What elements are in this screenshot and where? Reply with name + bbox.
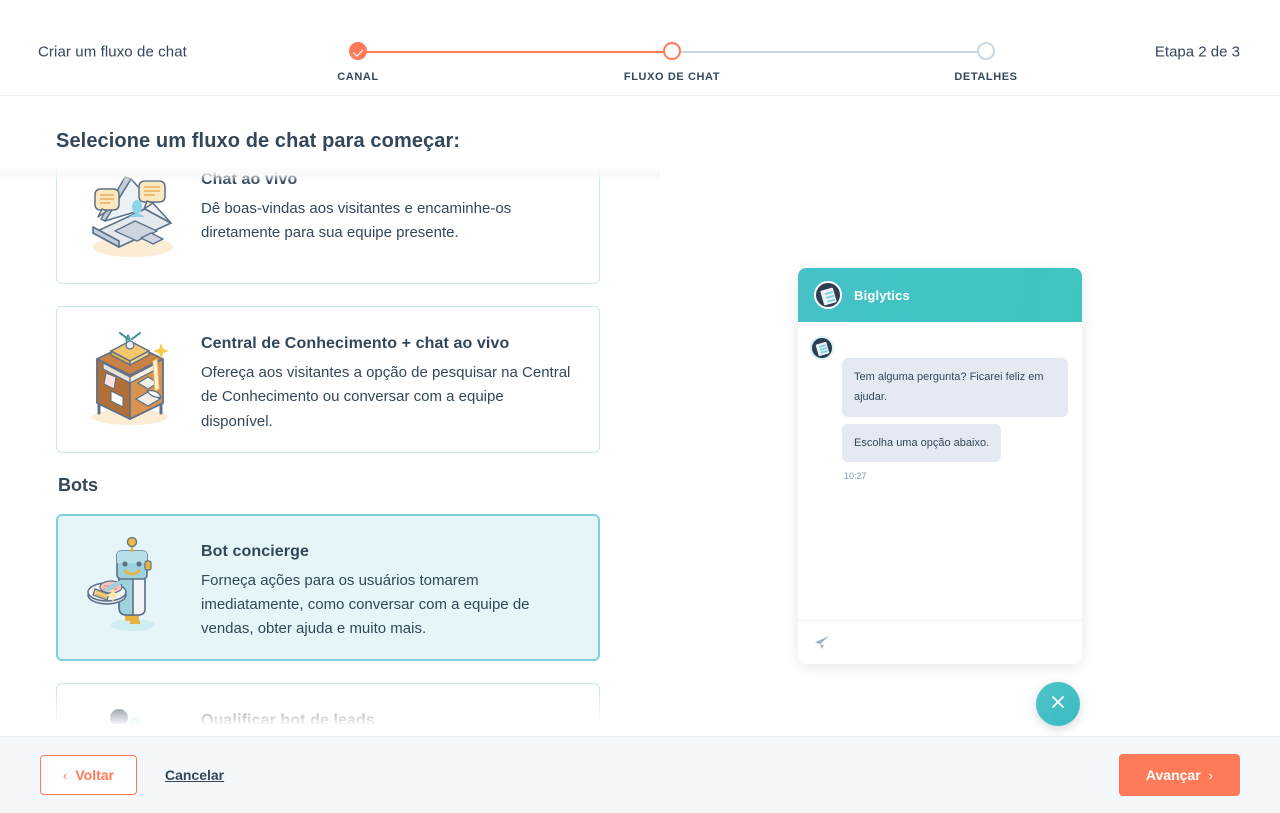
next-button-label: Avançar — [1145, 767, 1201, 783]
filing-cabinet-icon — [75, 325, 185, 429]
biglytics-avatar-icon — [814, 281, 842, 309]
chat-preview-footer — [798, 620, 1082, 664]
progress-stepper: CANAL FLUXO DE CHAT DETALHES — [337, 38, 1017, 88]
card-title: Qualificar bot de leads — [201, 711, 375, 724]
chat-preview-header: Biglytics — [798, 268, 1082, 322]
chatflow-card-knowledge-base[interactable]: Central de Conhecimento + chat ao vivo O… — [56, 306, 600, 453]
card-title: Bot concierge — [201, 542, 309, 560]
concierge-robot-icon — [75, 533, 185, 637]
step-canal[interactable]: CANAL — [298, 38, 418, 83]
next-button[interactable]: Avançar › — [1118, 754, 1240, 796]
wizard-header: Criar um fluxo de chat CANAL FLUXO DE CH… — [0, 0, 1280, 96]
step-label-fluxo-de-chat: FLUXO DE CHAT — [623, 71, 721, 83]
chatflow-card-live-chat[interactable]: Chat ao vivo Dê boas-vindas aos visitant… — [56, 164, 600, 284]
chat-preview-widget: Biglytics Tem alguma pergunta? Ficarei f… — [798, 268, 1082, 664]
chat-message-bubble: Escolha uma opção abaixo. — [842, 423, 1002, 463]
cancel-button[interactable]: Cancelar — [165, 767, 224, 783]
card-title: Central de Conhecimento + chat ao vivo — [201, 335, 510, 352]
message-avatar-icon — [810, 336, 834, 360]
step-fluxo-de-chat[interactable]: FLUXO DE CHAT — [612, 38, 732, 83]
chatflow-card-lead-qualification-bot[interactable]: Qualificar bot de leads — [56, 682, 600, 724]
chat-message-bubble: Tem alguma pergunta? Ficarei feliz em aj… — [842, 358, 1068, 417]
step-label-detalhes: DETALHES — [954, 71, 1018, 83]
chevron-right-icon: › — [1208, 767, 1213, 783]
wizard-footer: ‹ Voltar Cancelar Avançar › — [0, 736, 1280, 813]
section-title: Selecione um fluxo de chat para começar: — [56, 130, 461, 152]
close-x-icon — [1050, 694, 1066, 715]
back-button-label: Voltar — [75, 767, 114, 783]
back-button[interactable]: ‹ Voltar — [40, 755, 137, 795]
send-paper-plane-icon[interactable] — [814, 635, 830, 651]
step-pending-circle-icon — [977, 42, 995, 60]
step-active-circle-icon — [663, 42, 681, 60]
chatflow-card-concierge-bot[interactable]: Bot concierge Forneça ações para os usuá… — [56, 513, 600, 661]
group-heading-bots: Bots — [58, 474, 98, 495]
step-counter: Etapa 2 de 3 — [1154, 43, 1240, 61]
card-title: Chat ao vivo — [201, 171, 298, 188]
chat-preview-title: Biglytics — [854, 287, 910, 303]
chevron-left-icon: ‹ — [63, 767, 68, 783]
card-description: Forneça ações para os usuários tomarem i… — [201, 571, 530, 638]
laptop-chat-icon — [75, 164, 185, 265]
chat-preview-messages: Tem alguma pergunta? Ficarei feliz em aj… — [798, 322, 1082, 620]
card-description: Ofereça aos visitantes a opção de pesqui… — [201, 364, 571, 430]
page-title: Criar um fluxo de chat — [38, 43, 187, 61]
chat-timestamp: 10:27 — [844, 471, 867, 482]
step-done-check-icon — [349, 42, 367, 60]
chat-launcher-button[interactable] — [1036, 682, 1080, 726]
leads-dots-icon — [75, 702, 185, 724]
create-chatflow-wizard: Criar um fluxo de chat CANAL FLUXO DE CH… — [0, 0, 1280, 813]
step-label-canal: CANAL — [337, 71, 379, 83]
wizard-body: Selecione um fluxo de chat para começar: — [0, 96, 1280, 736]
chatflow-list[interactable]: Chat ao vivo Dê boas-vindas aos visitant… — [0, 164, 660, 724]
card-description: Dê boas-vindas aos visitantes e encaminh… — [201, 200, 512, 242]
step-detalhes[interactable]: DETALHES — [926, 38, 1046, 83]
